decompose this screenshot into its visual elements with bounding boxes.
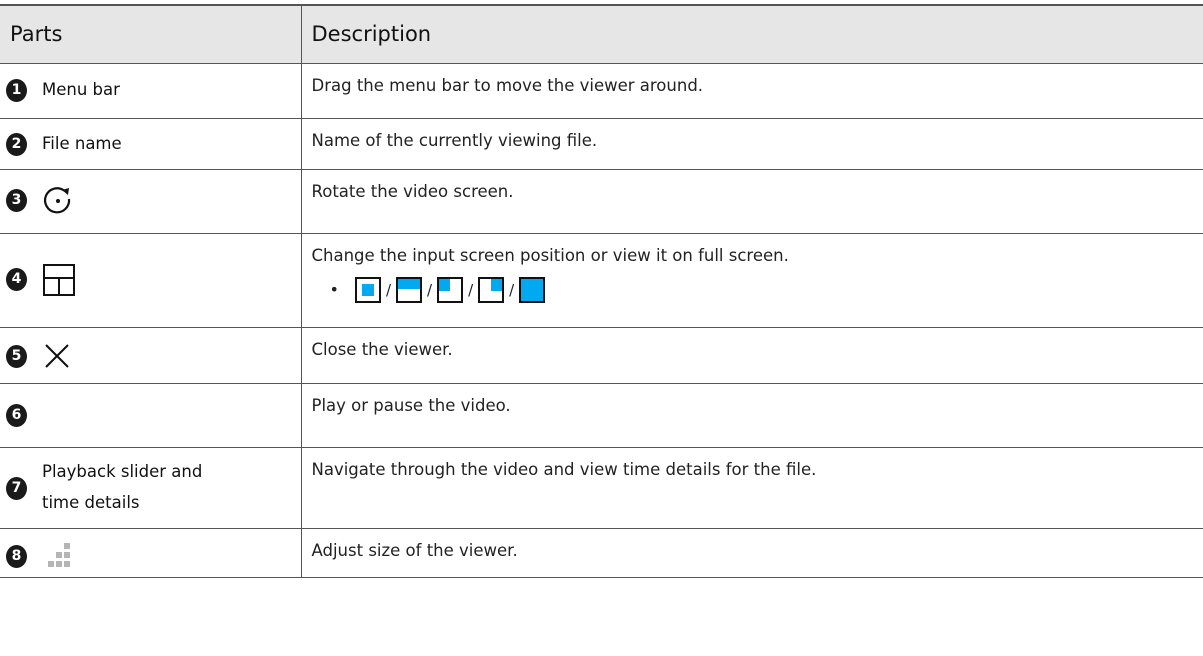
table-row: 2 File name Name of the currently viewin…	[0, 118, 1203, 170]
description-cell: Drag the menu bar to move the viewer aro…	[300, 63, 1203, 119]
part-label-line2: time details	[42, 492, 140, 512]
parts-table: Parts Description 1 Menu bar Drag the me…	[0, 4, 1203, 578]
separator: /	[385, 280, 391, 299]
part-label: Menu bar	[42, 79, 120, 99]
rotate-icon	[42, 184, 74, 222]
description-cell: Adjust size of the viewer.	[300, 528, 1203, 578]
description-cell: Play or pause the video.	[300, 383, 1203, 448]
header-parts: Parts	[0, 4, 301, 64]
description-cell: Navigate through the video and view time…	[300, 447, 1203, 529]
resize-grip-icon	[42, 541, 74, 573]
header-description: Description	[300, 4, 1203, 64]
number-badge: 5	[6, 344, 27, 368]
separator: /	[509, 280, 515, 299]
part-label-line1: Playback slider and	[42, 461, 203, 481]
number-badge: 6	[6, 403, 27, 427]
center-position-icon	[354, 276, 381, 303]
table-header-row: Parts Description	[0, 4, 1203, 64]
number-badge: 3	[6, 188, 27, 212]
table-row: 4 Change the input screen position or vi…	[0, 233, 1203, 328]
layout-icon	[42, 263, 76, 301]
top-right-position-icon	[478, 276, 505, 303]
separator: /	[468, 280, 474, 299]
description-cell: Rotate the video screen.	[300, 169, 1203, 234]
table-row: 7 Playback slider and time details Navig…	[0, 447, 1203, 529]
table-row: 5 Close the viewer.	[0, 327, 1203, 384]
position-options: • / / / /	[312, 276, 1203, 303]
number-badge: 8	[6, 544, 27, 568]
table-row: 3 Rotate the video screen.	[0, 169, 1203, 234]
number-badge: 1	[6, 78, 27, 102]
separator: /	[427, 280, 433, 299]
top-position-icon	[396, 276, 422, 303]
full-screen-position-icon	[519, 276, 546, 303]
description-cell: Close the viewer.	[300, 327, 1203, 384]
table-row: 6 Play or pause the video.	[0, 383, 1203, 448]
number-badge: 4	[6, 267, 27, 291]
close-icon	[42, 341, 72, 375]
table-row: 8 Adjust size of the viewer.	[0, 528, 1203, 578]
number-badge: 2	[6, 132, 27, 156]
top-left-position-icon	[437, 276, 464, 303]
part-label: File name	[42, 133, 122, 153]
description-cell: Change the input screen position or view…	[311, 245, 789, 265]
bullet: •	[329, 280, 339, 299]
description-cell: Name of the currently viewing file.	[300, 118, 1203, 170]
table-row: 1 Menu bar Drag the menu bar to move the…	[0, 63, 1203, 119]
number-badge: 7	[6, 476, 27, 500]
